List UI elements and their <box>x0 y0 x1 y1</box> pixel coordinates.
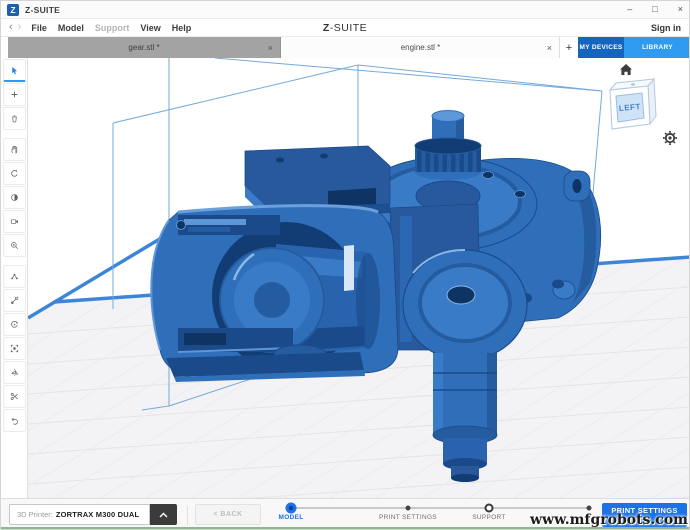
tab-row: gear.stl * × engine.stl * × + MY DEVICES LI… <box>1 37 689 58</box>
nav-forward-button[interactable]: › <box>18 22 22 33</box>
tab-gear-stl[interactable]: gear.stl * × <box>8 37 281 58</box>
mirror-tool[interactable] <box>3 361 26 384</box>
shading-mode[interactable] <box>3 186 26 209</box>
step-model-dot[interactable] <box>286 503 297 514</box>
maximize-button[interactable]: □ <box>652 5 657 14</box>
view-cube[interactable]: LEFT <box>606 78 662 136</box>
tab-close-icon[interactable]: × <box>547 43 552 53</box>
sign-in-button[interactable]: Sign in <box>651 23 681 33</box>
menu-items: File Model Support View Help <box>31 23 191 33</box>
titlebar: Z Z-SUITE – □ × <box>1 1 689 19</box>
resize-tool[interactable] <box>3 337 26 360</box>
window-controls: – □ × <box>627 5 683 14</box>
toolbar <box>1 58 28 498</box>
menubar: ‹ › File Model Support View Help Z-SUITE Sig… <box>1 19 689 37</box>
tab-close-icon[interactable]: × <box>268 43 273 53</box>
app-logo-icon: Z <box>7 4 19 16</box>
z-suite-window: Z Z-SUITE – □ × ‹ › FileModelSupportView… <box>0 0 690 530</box>
viewport-3d[interactable]: LEFT <box>28 58 689 498</box>
move-tool[interactable] <box>3 265 26 288</box>
zoom-view[interactable] <box>3 234 26 257</box>
step-print-settings-dot[interactable] <box>406 506 411 511</box>
pan-view[interactable] <box>3 138 26 161</box>
tab-label: gear.stl * <box>128 43 159 52</box>
bottom-accent-line <box>1 527 689 529</box>
scene-canvas[interactable] <box>28 58 689 498</box>
new-tab-button[interactable]: + <box>560 37 578 58</box>
undo-tool[interactable] <box>3 409 26 432</box>
add-model[interactable] <box>3 83 26 106</box>
printer-selector[interactable]: 3D Printer: ZORTRAX M300 DUAL <box>9 504 150 525</box>
close-button[interactable]: × <box>678 5 683 14</box>
tab-label: engine.stl * <box>401 43 441 52</box>
toolbar-group-gap <box>1 131 27 138</box>
step-label-print-settings: PRINT SETTINGS <box>379 514 437 521</box>
step-end-dot[interactable] <box>587 506 592 511</box>
back-button[interactable]: < BACK <box>195 504 261 525</box>
nav-back-button[interactable]: ‹ <box>9 22 13 33</box>
split-tool[interactable] <box>3 385 26 408</box>
rotate-tool[interactable] <box>3 313 26 336</box>
library-button[interactable]: LIBRARY <box>624 37 690 58</box>
minimize-button[interactable]: – <box>627 5 632 14</box>
tab-engine-stl[interactable]: engine.stl * × <box>282 37 560 58</box>
step-support-dot[interactable] <box>485 504 494 513</box>
main-area: LEFT <box>1 58 689 498</box>
camera-view[interactable] <box>3 210 26 233</box>
home-view-icon[interactable] <box>618 62 634 78</box>
view-cube-face-label: LEFT <box>619 102 642 113</box>
window-title: Z-SUITE <box>25 5 60 15</box>
bottombar-separator <box>187 506 188 525</box>
viewport-settings-gear-icon[interactable] <box>662 130 678 146</box>
menu-item-view[interactable]: View <box>140 23 160 33</box>
menu-item-support[interactable]: Support <box>95 23 130 33</box>
stepper-line <box>291 507 589 509</box>
toolbar-group-gap <box>1 258 27 265</box>
menu-item-help[interactable]: Help <box>172 23 192 33</box>
chevron-up-icon <box>159 512 168 518</box>
my-devices-button[interactable]: MY DEVICES <box>578 37 624 58</box>
menubar-app-title-rest: -SUITE <box>330 22 367 34</box>
menubar-app-title-z: Z <box>323 22 330 34</box>
printer-selector-toggle[interactable] <box>150 504 177 525</box>
printer-value: ZORTRAX M300 DUAL <box>56 510 139 519</box>
menubar-app-title: Z-SUITE <box>323 22 367 34</box>
step-label-model: MODEL <box>279 514 304 521</box>
printer-label: 3D Printer: <box>17 510 53 519</box>
select-tool[interactable] <box>3 59 26 82</box>
watermark: www.mfgrobots.com <box>530 512 688 528</box>
menu-item-file[interactable]: File <box>31 23 47 33</box>
scale-tool[interactable] <box>3 289 26 312</box>
rotate-view[interactable] <box>3 162 26 185</box>
delete-model[interactable] <box>3 107 26 130</box>
step-label-support: SUPPORT <box>472 514 505 521</box>
menu-item-model[interactable]: Model <box>58 23 84 33</box>
